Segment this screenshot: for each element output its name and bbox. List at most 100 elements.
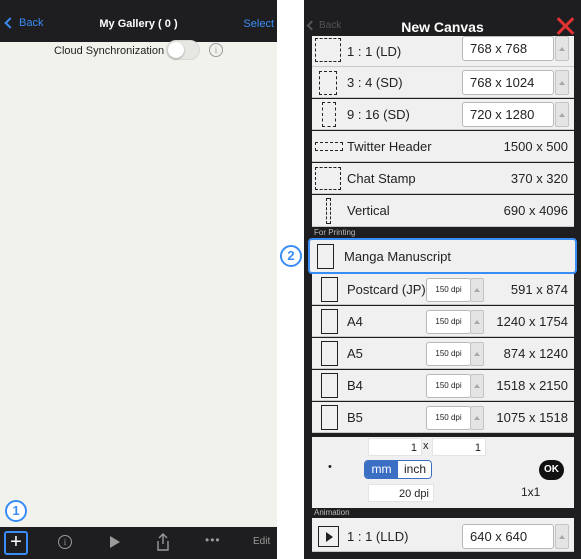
- list-item[interactable]: Vertical 690 x 4096: [312, 195, 574, 227]
- item-label: A5: [347, 346, 363, 361]
- page-icon: [321, 309, 338, 334]
- section-header-printing: For Printing: [312, 228, 574, 238]
- size-field[interactable]: 768 x 1024: [462, 70, 554, 95]
- item-label: Postcard (JP): [347, 282, 426, 297]
- item-label: B4: [347, 378, 363, 393]
- page-icon: [321, 341, 338, 366]
- item-size: 1518 x 2150: [496, 378, 568, 393]
- item-label: A4: [347, 314, 363, 329]
- item-label: 1 : 1 (LLD): [347, 529, 409, 544]
- custom-size-result: 1x1: [521, 485, 541, 499]
- custom-height-input[interactable]: 1: [432, 438, 486, 456]
- times-sign: x: [423, 440, 429, 452]
- unit-segmented-control[interactable]: mm inch: [364, 460, 432, 479]
- custom-dpi-input[interactable]: 20 dpi: [368, 484, 434, 502]
- dpi-stepper[interactable]: [470, 278, 484, 302]
- play-icon[interactable]: [110, 536, 120, 548]
- new-canvas-dialog: Back New Canvas 1 : 1 (LD) 768 x 768 3 :…: [304, 0, 581, 559]
- list-item[interactable]: Twitter Header 1500 x 500: [312, 131, 574, 162]
- callout-badge-2: 2: [280, 245, 302, 267]
- canvas-size-list: 1 : 1 (LD) 768 x 768 3 : 4 (SD) 768 x 10…: [312, 36, 574, 559]
- page-icon: [317, 244, 334, 269]
- ratio-square-icon: [315, 38, 341, 62]
- item-size: 370 x 320: [510, 171, 568, 186]
- cloud-sync-label: Cloud Synchronization: [54, 45, 165, 57]
- page-icon: [321, 373, 338, 398]
- ratio-square-icon: [315, 167, 341, 190]
- info-icon[interactable]: i: [209, 43, 223, 57]
- gallery-toolbar: [0, 527, 277, 559]
- dpi-field[interactable]: 150 dpi: [426, 278, 471, 302]
- page-title: My Gallery ( 0 ): [99, 18, 178, 30]
- edit-button[interactable]: Edit: [253, 536, 270, 547]
- share-icon[interactable]: [156, 533, 170, 551]
- preset-label: 3 : 4 (SD): [347, 75, 403, 90]
- ratio-portrait-icon: [319, 71, 337, 95]
- size-field[interactable]: 768 x 768: [462, 36, 554, 61]
- custom-width-input[interactable]: 1: [368, 438, 422, 456]
- dpi-field[interactable]: 150 dpi: [426, 406, 471, 430]
- play-icon: [326, 532, 333, 542]
- animation-icon: [318, 526, 339, 547]
- manga-manuscript-item[interactable]: Manga Manuscript: [308, 238, 577, 274]
- add-canvas-button[interactable]: +: [4, 531, 28, 555]
- item-label: Chat Stamp: [347, 171, 416, 186]
- list-item[interactable]: B5 150 dpi 1075 x 1518: [312, 402, 574, 433]
- size-stepper[interactable]: [555, 70, 569, 95]
- list-item[interactable]: 1 : 1 (LD) 768 x 768: [312, 36, 574, 67]
- list-item[interactable]: B4 150 dpi 1518 x 2150: [312, 370, 574, 401]
- item-label: Vertical: [347, 203, 390, 218]
- ratio-vertical-icon: [326, 198, 331, 224]
- dpi-field[interactable]: 150 dpi: [426, 310, 471, 334]
- callout-badge-1: 1: [5, 500, 27, 522]
- list-item[interactable]: 1 : 1 (LLD) 640 x 640: [312, 521, 574, 552]
- toggle-knob: [168, 42, 184, 58]
- dpi-stepper[interactable]: [470, 406, 484, 430]
- item-label: Manga Manuscript: [344, 249, 451, 264]
- size-stepper[interactable]: [555, 102, 569, 127]
- item-label: Twitter Header: [347, 139, 432, 154]
- dpi-field[interactable]: 150 dpi: [426, 342, 471, 366]
- dpi-stepper[interactable]: [470, 374, 484, 398]
- page-icon: [321, 405, 338, 430]
- unit-inch-option[interactable]: inch: [398, 461, 431, 478]
- preset-label: 1 : 1 (LD): [347, 44, 402, 59]
- item-size: 874 x 1240: [503, 346, 568, 361]
- cloud-sync-row: Cloud Synchronization: [0, 42, 277, 62]
- dpi-stepper[interactable]: [470, 342, 484, 366]
- item-label: B5: [347, 410, 363, 425]
- item-size: 1500 x 500: [503, 139, 568, 154]
- list-item[interactable]: Postcard (JP) 150 dpi 591 x 874: [312, 274, 574, 305]
- dpi-stepper[interactable]: [470, 310, 484, 334]
- plus-icon: +: [10, 531, 22, 553]
- size-stepper[interactable]: [555, 36, 569, 61]
- page-icon: [321, 277, 338, 302]
- cloud-sync-toggle[interactable]: [166, 40, 200, 60]
- ok-button[interactable]: OK: [539, 460, 564, 480]
- list-item[interactable]: A4 150 dpi 1240 x 1754: [312, 306, 574, 337]
- close-icon[interactable]: [555, 16, 575, 36]
- size-field[interactable]: 720 x 1280: [462, 102, 554, 127]
- dialog-title: New Canvas: [401, 19, 484, 35]
- size-stepper[interactable]: [555, 524, 569, 549]
- item-size: 1075 x 1518: [496, 410, 568, 425]
- list-item[interactable]: Chat Stamp 370 x 320: [312, 163, 574, 194]
- list-item[interactable]: A5 150 dpi 874 x 1240: [312, 338, 574, 369]
- preset-label: 9 : 16 (SD): [347, 107, 410, 122]
- size-field[interactable]: 640 x 640: [462, 524, 554, 549]
- item-size: 1240 x 1754: [496, 314, 568, 329]
- list-item[interactable]: 3 : 4 (SD) 768 x 1024: [312, 67, 574, 98]
- more-button[interactable]: •••: [205, 533, 221, 547]
- section-header-animation: Animation: [312, 508, 574, 518]
- gallery-screen: Back My Gallery ( 0 ) Select Cloud Synch…: [0, 0, 277, 559]
- item-size: 591 x 874: [510, 282, 568, 297]
- dpi-field[interactable]: 150 dpi: [426, 374, 471, 398]
- unit-mm-option[interactable]: mm: [365, 461, 398, 478]
- ratio-tall-icon: [322, 102, 336, 127]
- item-size: 690 x 4096: [503, 203, 568, 218]
- info-icon[interactable]: i: [58, 535, 72, 549]
- bullet: •: [328, 461, 332, 473]
- select-button[interactable]: Select: [243, 18, 274, 30]
- list-item[interactable]: 9 : 16 (SD) 720 x 1280: [312, 99, 574, 130]
- ratio-wide-icon: [315, 142, 343, 151]
